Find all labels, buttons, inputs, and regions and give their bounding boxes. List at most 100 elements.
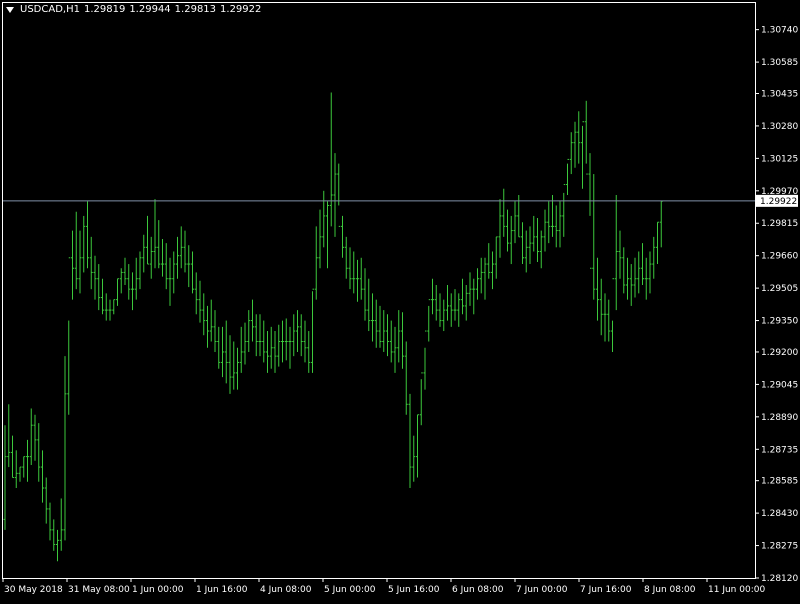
ohlc-bar <box>311 288 314 373</box>
ohlc-bar <box>521 222 524 265</box>
ohlc-bar <box>232 341 236 390</box>
ohlc-bar <box>581 121 584 189</box>
x-tick-label: 5 Jun 00:00 <box>324 585 376 595</box>
ohlc-bar <box>93 255 97 300</box>
ohlc-bar <box>202 293 206 336</box>
ohlc-bar <box>187 245 191 288</box>
ohlc-bar <box>431 278 434 315</box>
ohlc-bar <box>618 230 622 279</box>
ohlc-bar <box>37 423 41 482</box>
ohlc-bar <box>356 259 359 302</box>
ohlc-bar <box>213 310 217 352</box>
ohlc-bar <box>307 331 311 373</box>
ohlc-bar <box>637 251 641 294</box>
ohlc-bar <box>382 310 386 352</box>
ohlc-bar <box>164 243 168 290</box>
ohlc-bar <box>247 310 251 352</box>
ohlc-bar <box>419 372 423 426</box>
ohlc-bar <box>524 230 528 273</box>
ohlc-bar <box>656 221 659 265</box>
ohlc-bar <box>284 318 288 361</box>
y-tick-label: 1.29045 <box>761 380 798 390</box>
ohlc-bar <box>401 312 404 369</box>
ohlc-bar <box>393 326 397 373</box>
ohlc-bar <box>476 268 479 300</box>
ohlc-bar <box>14 450 18 489</box>
ohlc-bar <box>26 439 29 482</box>
ohlc-bar <box>101 278 104 315</box>
ohlc-bar <box>659 200 663 248</box>
ohlc-bar <box>258 314 262 357</box>
ohlc-bar <box>292 314 296 357</box>
dropdown-triangle-icon[interactable] <box>6 6 14 13</box>
x-tick-label: 11 Jun 00:00 <box>708 585 765 595</box>
ohlc-bar <box>359 257 363 300</box>
ohlc-bar <box>108 299 112 321</box>
ohlc-bar <box>281 320 284 363</box>
y-tick-label: 1.29505 <box>761 284 798 294</box>
ohlc-bar <box>138 251 142 290</box>
y-tick-label: 1.29350 <box>761 317 798 327</box>
ohlc-bar <box>539 230 543 269</box>
ohlc-bar <box>172 251 176 294</box>
chart-area[interactable]: 1.30740 1.30585 1.30435 1.30280 1.30125 1.299… <box>0 0 800 600</box>
y-tick-label: 1.28275 <box>761 542 798 552</box>
ohlc-chart[interactable]: 1.30740 1.30585 1.30435 1.30280 1.30125 1.299… <box>0 0 800 600</box>
ohlc-bar <box>296 310 299 352</box>
ohlc-bar <box>423 330 427 390</box>
ohlc-bar <box>131 272 134 311</box>
ohlc-bar <box>543 209 547 252</box>
ohlc-bar <box>371 293 374 342</box>
ohlc-bar <box>341 215 344 258</box>
ohlc-bar <box>641 243 644 285</box>
ohlc-bar <box>161 238 164 277</box>
ohlc-bar <box>536 218 539 262</box>
price-axis: 1.30740 1.30585 1.30435 1.30280 1.30125 1.299… <box>755 26 798 584</box>
symbol-timeframe: USDCAD,H1 <box>20 4 80 15</box>
ohlc-bar <box>48 502 52 541</box>
ohlc-bar <box>18 466 22 482</box>
ohlc-bar <box>584 100 588 175</box>
ohlc-bar <box>569 132 573 175</box>
x-tick-label: 7 Jun 00:00 <box>516 585 568 595</box>
ohlc-bar <box>498 199 502 258</box>
ohlc-bar <box>273 331 277 373</box>
ohlc-bar <box>322 190 326 248</box>
ohlc-bar <box>179 226 183 269</box>
ohlc-bar <box>337 163 341 227</box>
ohlc-bar <box>67 257 71 415</box>
ohlc-bar <box>483 257 487 300</box>
ohlc-bar <box>89 236 93 290</box>
ohlc-bar <box>453 289 457 321</box>
ohlc-bar <box>502 188 506 237</box>
x-tick-label: 4 Jun 08:00 <box>260 585 312 595</box>
ohlc-bar <box>592 174 596 300</box>
ohlc-bar <box>554 205 558 248</box>
ohlc-bar <box>468 272 472 306</box>
x-tick-label: 7 Jun 16:00 <box>580 585 632 595</box>
y-tick-label: 1.28735 <box>761 445 798 455</box>
y-tick-label: 1.29200 <box>761 348 798 358</box>
ohlc-bar <box>434 284 438 321</box>
ohlc-bar <box>149 236 153 279</box>
open-price: 1.29819 <box>83 4 126 15</box>
ohlc-bar <box>446 284 449 321</box>
ohlc-bar <box>251 299 254 342</box>
ohlc-bar <box>269 326 273 369</box>
time-axis: 30 May 2018 31 May 08:00 1 Jun 00:00 1 Jun … <box>2 578 765 595</box>
ohlc-bar <box>82 215 86 273</box>
ohlc-bar <box>558 201 562 248</box>
ohlc-bar <box>326 201 329 269</box>
ohlc-bar <box>562 184 566 237</box>
ohlc-bar <box>352 251 356 294</box>
ohlc-bar <box>112 299 116 315</box>
ohlc-bar <box>243 322 247 365</box>
ohlc-bar <box>509 215 513 265</box>
ohlc-bar <box>442 299 446 332</box>
ohlc-bar <box>142 234 146 273</box>
ohlc-bar <box>71 230 74 300</box>
ohlc-bar <box>494 236 498 279</box>
ohlc-bar <box>629 264 633 306</box>
y-tick-label: 1.30740 <box>761 26 798 36</box>
ohlc-bar <box>176 236 179 279</box>
